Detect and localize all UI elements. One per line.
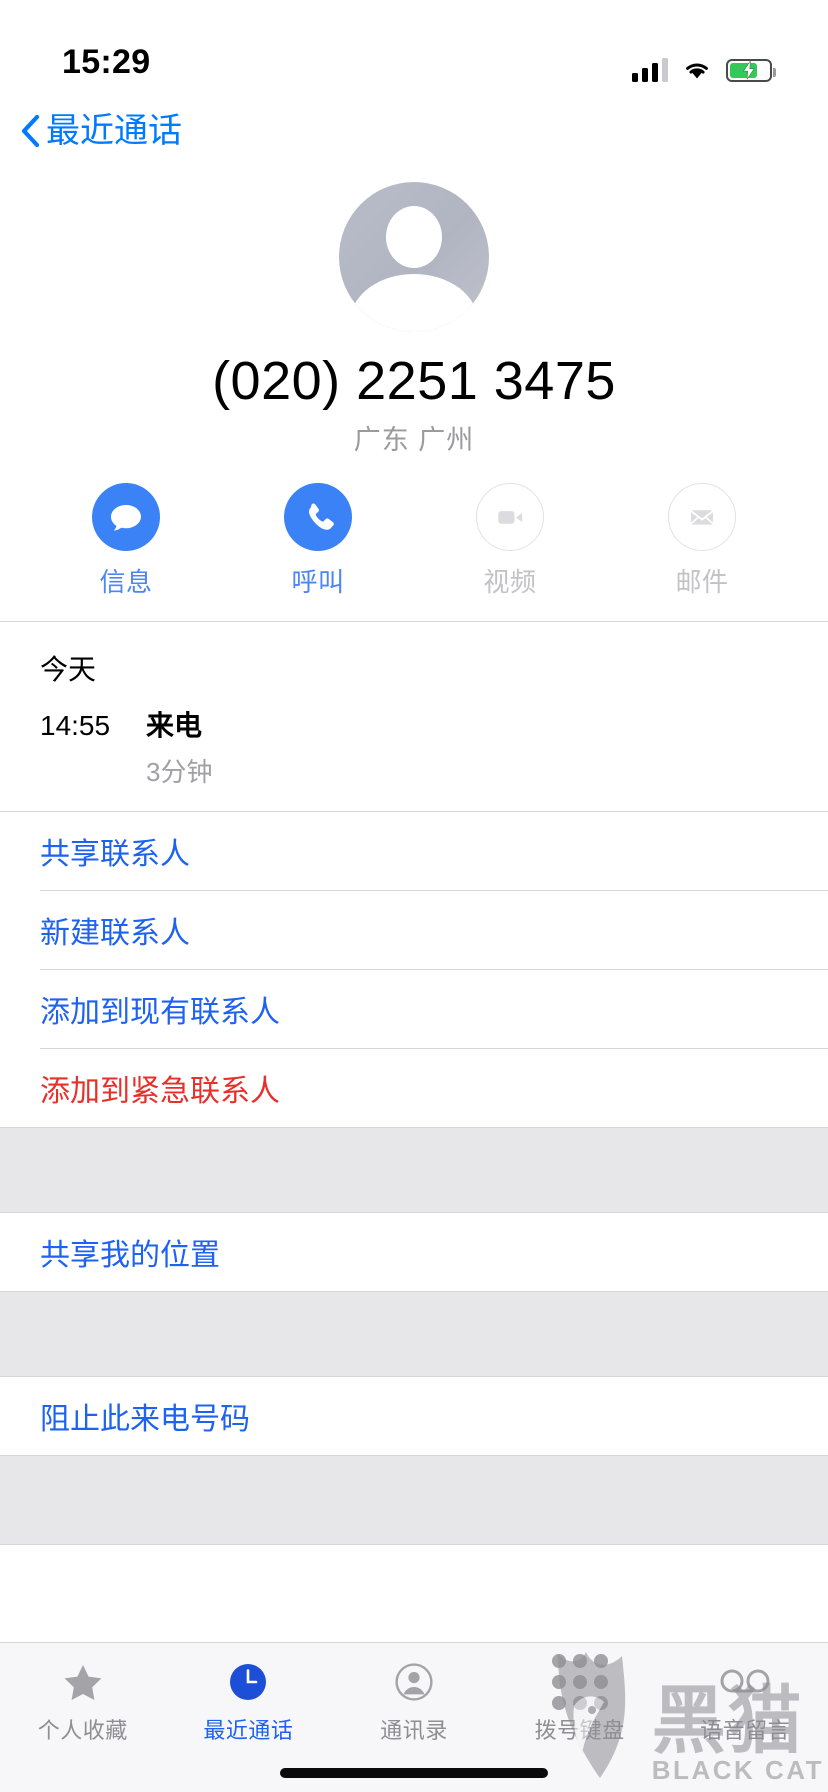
home-indicator[interactable] — [280, 1768, 548, 1778]
person-circle-icon — [392, 1657, 436, 1707]
tab-bar: 个人收藏 最近通话 通讯录 拨号键盘 语音留言 黑猫 BLACK CAT — [0, 1642, 828, 1792]
status-bar-indicators — [632, 58, 776, 82]
back-button[interactable]: 最近通话 — [20, 114, 182, 148]
create-new-contact-row[interactable]: 新建联系人 — [0, 891, 828, 969]
navigation-bar: 最近通话 — [0, 96, 828, 166]
action-mail[interactable]: 邮件 — [637, 483, 767, 599]
tab-favorites[interactable]: 个人收藏 — [0, 1657, 166, 1745]
chevron-left-icon — [20, 114, 40, 148]
wifi-icon — [682, 59, 712, 81]
section-gap — [0, 1291, 828, 1377]
call-history-entry: 14:55 来电 — [40, 704, 788, 744]
add-to-emergency-contacts-row[interactable]: 添加到紧急联系人 — [0, 1049, 828, 1127]
call-entry-duration: 3分钟 — [146, 757, 213, 787]
action-mail-label: 邮件 — [675, 567, 729, 597]
voicemail-icon — [719, 1657, 771, 1707]
content-scroll-area[interactable]: 今天 14:55 来电 3分钟 共享联系人 新建联系人 添加到现有联系人 添加到… — [0, 621, 828, 1642]
keypad-icon — [551, 1654, 608, 1710]
contact-phone-number: (020) 2251 3475 — [212, 351, 616, 411]
status-bar: 15:29 — [0, 0, 828, 96]
phone-contact-detail-screen: 15:29 最近通话 (020) 2251 3475 广东 广州 信息 呼叫 视… — [0, 0, 828, 1792]
back-button-label: 最近通话 — [46, 112, 182, 150]
clock-icon — [226, 1657, 270, 1707]
star-icon — [61, 1657, 105, 1707]
tab-keypad[interactable]: 拨号键盘 — [497, 1654, 663, 1745]
message-bubble-icon — [92, 483, 160, 551]
action-video-label: 视频 — [483, 567, 537, 597]
contact-action-row: 信息 呼叫 视频 邮件 — [0, 483, 828, 621]
video-camera-icon — [476, 483, 544, 551]
tab-voicemail[interactable]: 语音留言 — [662, 1657, 828, 1745]
cellular-bars-icon — [632, 58, 668, 82]
tab-recents-label: 最近通话 — [203, 1718, 294, 1743]
call-history-section: 今天 14:55 来电 3分钟 — [0, 622, 828, 811]
tab-recents[interactable]: 最近通话 — [166, 1657, 332, 1745]
watermark-en-text: BLACK CAT — [651, 1755, 824, 1785]
contact-header: (020) 2251 3475 广东 广州 — [0, 166, 828, 457]
action-message-label: 信息 — [99, 567, 153, 597]
status-bar-clock: 15:29 — [62, 43, 151, 81]
call-history-day-label: 今天 — [40, 654, 97, 685]
call-entry-type: 来电 — [146, 710, 203, 741]
add-to-existing-contact-row[interactable]: 添加到现有联系人 — [0, 970, 828, 1048]
action-video[interactable]: 视频 — [445, 483, 575, 599]
contact-locality: 广东 广州 — [353, 425, 475, 455]
phone-handset-icon — [284, 483, 352, 551]
tab-voicemail-label: 语音留言 — [700, 1718, 791, 1743]
section-gap — [0, 1455, 828, 1545]
envelope-icon — [668, 483, 736, 551]
tab-contacts[interactable]: 通讯录 — [331, 1657, 497, 1745]
section-gap — [0, 1127, 828, 1213]
share-contact-row[interactable]: 共享联系人 — [0, 812, 828, 890]
action-message[interactable]: 信息 — [61, 483, 191, 599]
action-call[interactable]: 呼叫 — [253, 483, 383, 599]
share-my-location-row[interactable]: 共享我的位置 — [0, 1213, 828, 1291]
tab-keypad-label: 拨号键盘 — [534, 1718, 625, 1743]
tab-favorites-label: 个人收藏 — [37, 1718, 128, 1743]
block-this-caller-row[interactable]: 阻止此来电号码 — [0, 1377, 828, 1455]
tab-contacts-label: 通讯录 — [380, 1718, 448, 1743]
call-entry-time: 14:55 — [40, 710, 111, 741]
battery-charging-icon — [726, 58, 776, 82]
action-call-label: 呼叫 — [291, 567, 345, 597]
person-placeholder-avatar — [339, 182, 489, 332]
